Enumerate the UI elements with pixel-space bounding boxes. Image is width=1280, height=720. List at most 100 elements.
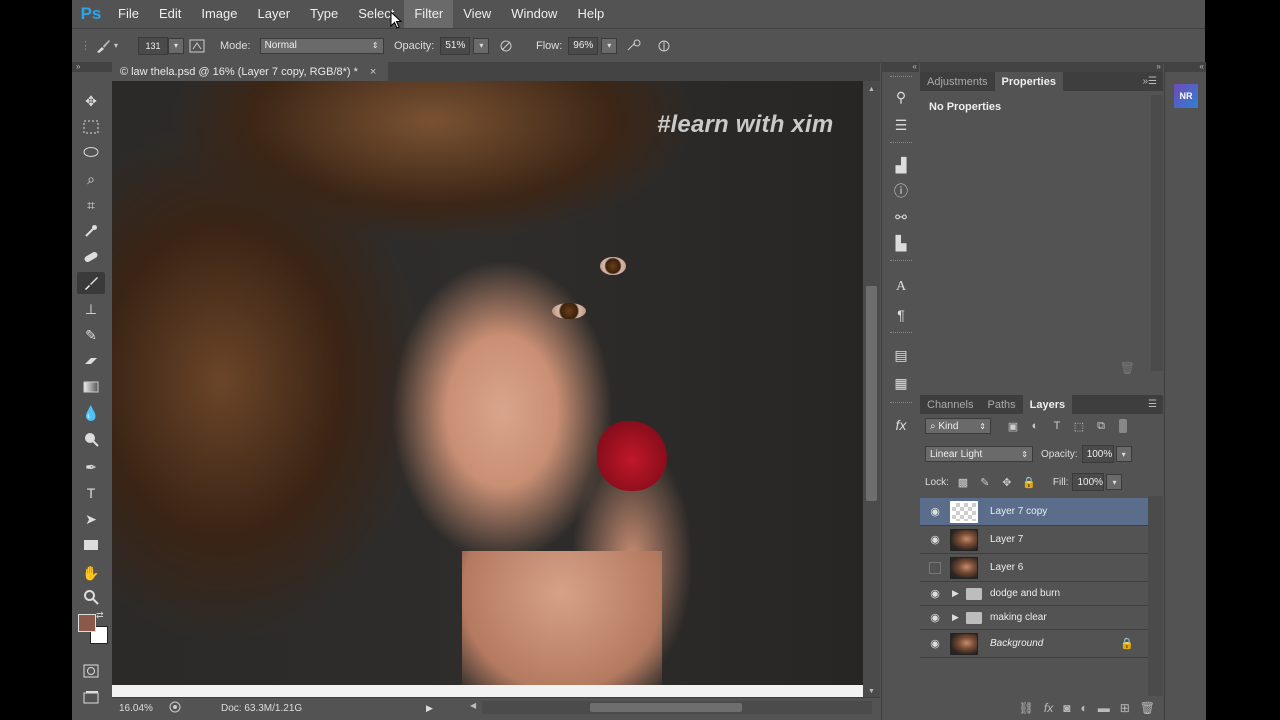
pressure-size-icon[interactable] (653, 35, 675, 57)
notes-panel-icon[interactable]: ▤ (889, 344, 913, 366)
menu-type[interactable]: Type (300, 0, 348, 28)
panels-collapse-bar[interactable]: » (920, 62, 1163, 72)
menu-file[interactable]: File (108, 0, 149, 28)
scroll-down-icon[interactable]: ▼ (863, 685, 880, 697)
character-panel-icon[interactable]: A (889, 276, 913, 298)
quick-selection-tool-icon[interactable]: ⌕ (77, 168, 105, 190)
flow-field[interactable]: 96% (568, 36, 599, 55)
horizontal-scrollbar[interactable]: ◀ (470, 701, 872, 714)
horizontal-scroll-thumb[interactable] (590, 703, 742, 712)
tab-channels[interactable]: Channels (920, 395, 980, 414)
pressure-opacity-icon[interactable] (495, 35, 517, 57)
actions-panel-icon[interactable]: ▦ (889, 372, 913, 394)
menu-layer[interactable]: Layer (248, 0, 301, 28)
link-layers-icon[interactable]: ⛓ (1019, 701, 1034, 715)
properties-scrollbar[interactable] (1151, 95, 1163, 371)
layer-row-layer-7-copy[interactable]: ◉ Layer 7 copy (920, 498, 1148, 526)
eraser-tool-icon[interactable] (77, 350, 105, 372)
panel-menu-icon[interactable]: »☰ (1136, 72, 1163, 91)
screen-mode-icon[interactable] (77, 686, 105, 708)
layers-panel-menu-icon[interactable]: ☰ (1142, 395, 1163, 414)
visibility-eye-icon[interactable]: ◉ (920, 606, 950, 630)
trash-icon[interactable]: 🗑 (1120, 361, 1135, 375)
new-adjustment-layer-icon[interactable]: ◐ (1080, 701, 1087, 715)
rectangle-tool-icon[interactable] (77, 534, 105, 556)
visibility-eye-icon[interactable]: ◉ (920, 630, 950, 658)
brush-size-field[interactable]: 131 (138, 36, 168, 55)
lock-image-icon[interactable]: ✎ (977, 474, 993, 490)
healing-brush-tool-icon[interactable] (77, 246, 105, 268)
brush-size-dropdown-icon[interactable]: ▾ (168, 37, 184, 54)
delete-layer-icon[interactable]: 🗑 (1140, 701, 1155, 715)
fill-dropdown-icon[interactable]: ▾ (1106, 474, 1123, 490)
filter-adjustment-icon[interactable]: ◐ (1027, 418, 1043, 434)
plugin-icon[interactable]: NR (1174, 84, 1198, 108)
lock-position-icon[interactable]: ✥ (999, 474, 1015, 490)
filter-shape-icon[interactable]: ⬚ (1071, 418, 1087, 434)
close-tab-icon[interactable]: × (370, 66, 376, 78)
add-layer-style-icon[interactable]: fx (1044, 701, 1053, 715)
opacity-field[interactable]: 51% (440, 36, 471, 55)
visibility-eye-icon[interactable]: ◉ (920, 526, 950, 554)
canvas[interactable]: #learn with xim (112, 81, 863, 685)
document-tab[interactable]: © law thela.psd @ 16% (Layer 7 copy, RGB… (112, 62, 388, 81)
dock-collapse-bar[interactable]: « (881, 62, 919, 72)
clone-stamp-tool-icon[interactable]: ⊥ (77, 298, 105, 320)
layer-row-background[interactable]: ◉ Background 🔒 (920, 630, 1148, 658)
brush-size-control[interactable]: 131 ▾ (138, 29, 184, 62)
adjustments-panel-icon[interactable]: ☰ (889, 114, 913, 136)
status-menu-arrow-icon[interactable]: ▶ (426, 703, 433, 714)
mode-select[interactable]: Normal ⇕ (259, 37, 384, 54)
layer-opacity-field[interactable]: 100% (1081, 445, 1114, 463)
menu-help[interactable]: Help (567, 0, 614, 28)
fill-field[interactable]: 100% (1072, 473, 1105, 491)
zoom-level[interactable]: 16.04% (119, 703, 163, 714)
brush-preset-picker[interactable]: ▾ (92, 29, 118, 62)
layer-group-dodge-and-burn[interactable]: ◉ ▶ dodge and burn (920, 582, 1148, 606)
filter-kind-select[interactable]: ⌕ Kind ⇕ (925, 418, 991, 434)
histogram-icon[interactable]: ▟ (889, 154, 913, 176)
toolbox-collapse-bar[interactable]: » (72, 62, 114, 72)
pen-tool-icon[interactable]: ✒ (77, 456, 105, 478)
tool-presets-icon[interactable]: ▙ (889, 232, 913, 254)
zoom-tool-icon[interactable] (77, 586, 105, 608)
color-swatches[interactable]: ⇄ (76, 610, 108, 652)
tab-adjustments[interactable]: Adjustments (920, 72, 995, 91)
history-brush-tool-icon[interactable]: ✎ (77, 324, 105, 346)
swap-colors-icon[interactable]: ⇄ (96, 610, 104, 621)
paragraph-panel-icon[interactable]: ¶ (889, 304, 913, 326)
layer-row-layer-7[interactable]: ◉ Layer 7 (920, 526, 1148, 554)
status-info-icon[interactable] (169, 701, 181, 716)
expand-group-icon[interactable]: ▶ (952, 612, 964, 623)
layer-styles-icon[interactable]: fx (889, 414, 913, 436)
info-icon[interactable]: ⓘ (889, 180, 913, 202)
visibility-eye-icon[interactable]: ◉ (920, 582, 950, 606)
tab-paths[interactable]: Paths (980, 395, 1022, 414)
lasso-tool-icon[interactable] (77, 142, 105, 164)
menu-filter[interactable]: Filter (404, 0, 454, 28)
airbrush-icon[interactable] (623, 35, 645, 57)
new-group-icon[interactable]: ▬ (1098, 701, 1110, 715)
dodge-tool-icon[interactable] (77, 428, 105, 450)
menu-image[interactable]: Image (191, 0, 247, 28)
visibility-eye-icon[interactable]: ◉ (920, 498, 950, 526)
flow-dropdown-icon[interactable]: ▾ (601, 37, 618, 54)
expand-group-icon[interactable]: ▶ (952, 588, 964, 599)
layer-row-layer-6[interactable]: Layer 6 (920, 554, 1148, 582)
vertical-scrollbar[interactable]: ▲ ▼ (863, 81, 880, 697)
eyedropper-tool-icon[interactable] (77, 220, 105, 242)
brush-panel-toggle[interactable] (186, 29, 208, 62)
filter-pixel-icon[interactable]: ▣ (1005, 418, 1021, 434)
menu-window[interactable]: Window (501, 0, 567, 28)
layer-group-making-clear[interactable]: ◉ ▶ making clear (920, 606, 1148, 630)
add-mask-icon[interactable]: ◙ (1063, 701, 1070, 715)
hand-tool-icon[interactable]: ✋ (77, 562, 105, 584)
blur-tool-icon[interactable]: 💧 (77, 402, 105, 424)
gradient-tool-icon[interactable] (77, 376, 105, 398)
lock-transparent-icon[interactable]: ▩ (955, 474, 971, 490)
tab-properties[interactable]: Properties (994, 72, 1063, 91)
marquee-tool-icon[interactable] (77, 116, 105, 138)
menu-edit[interactable]: Edit (149, 0, 191, 28)
move-tool-icon[interactable]: ✥ (77, 90, 105, 112)
brush-tool-icon[interactable] (77, 272, 105, 294)
